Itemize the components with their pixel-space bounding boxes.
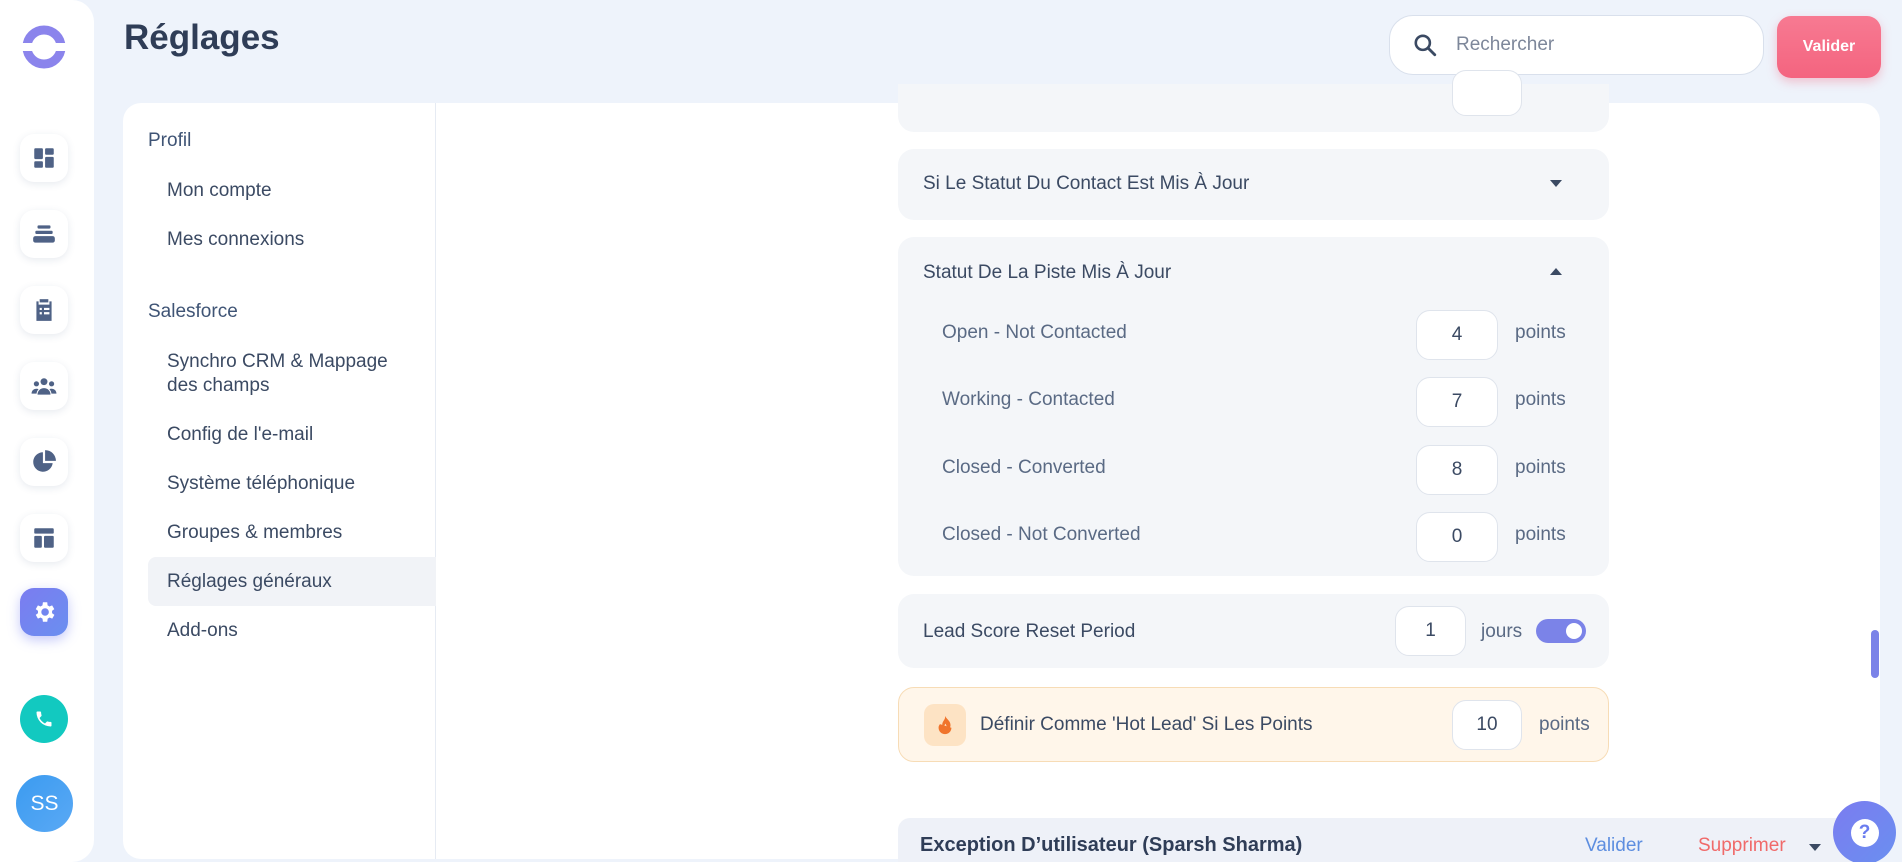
search-input[interactable]: [1456, 34, 1736, 56]
lead-row-points-input[interactable]: [1416, 512, 1498, 562]
chevron-down-icon[interactable]: [1550, 180, 1562, 187]
contact-status-card[interactable]: Si Le Statut Du Contact Est Mis À Jour: [898, 149, 1609, 220]
avatar[interactable]: SS: [16, 775, 73, 832]
lead-row-points-input[interactable]: [1416, 445, 1498, 495]
lead-row-unit: points: [1515, 457, 1566, 478]
nav-item-groupes-membres[interactable]: Groupes & membres: [148, 521, 436, 545]
lead-status-title: Statut De La Piste Mis À Jour: [923, 262, 1172, 283]
user-exception-header: Exception D’utilisateur (Sparsh Sharma) …: [898, 818, 1868, 862]
nav-section-salesforce: Salesforce: [148, 301, 238, 322]
search-icon: [1414, 34, 1437, 57]
settings-nav: Profil Mon compte Mes connexions Salesfo…: [123, 103, 436, 859]
reset-period-unit: jours: [1481, 621, 1523, 642]
previous-card: [898, 70, 1609, 132]
layout-icon[interactable]: [20, 514, 68, 562]
dashboard-icon[interactable]: [20, 134, 68, 182]
exception-title: Exception D’utilisateur (Sparsh Sharma): [920, 834, 1303, 856]
lead-row-points-input[interactable]: [1416, 377, 1498, 427]
hot-lead-label: Définir Comme 'Hot Lead' Si Les Points: [980, 714, 1313, 735]
lead-row-label: Working - Contacted: [942, 389, 1115, 410]
lead-row-label: Closed - Not Converted: [942, 524, 1141, 545]
nav-item-systeme-telephonique[interactable]: Système téléphonique: [148, 472, 436, 496]
lead-row-unit: points: [1515, 524, 1566, 545]
reset-period-toggle[interactable]: [1536, 619, 1586, 643]
lead-row-points-input[interactable]: [1416, 310, 1498, 360]
nav-item-synchro-crm[interactable]: Synchro CRM & Mappage des champs: [148, 350, 418, 398]
scrollbar-thumb[interactable]: [1871, 630, 1879, 678]
reset-period-label: Lead Score Reset Period: [923, 621, 1136, 642]
chevron-up-icon[interactable]: [1550, 268, 1562, 275]
lead-row-unit: points: [1515, 322, 1566, 343]
phone-icon[interactable]: [20, 695, 68, 743]
nav-item-mes-connexions[interactable]: Mes connexions: [148, 228, 436, 252]
clipboard-icon[interactable]: [20, 286, 68, 334]
contact-status-title: Si Le Statut Du Contact Est Mis À Jour: [923, 173, 1250, 194]
pie-chart-icon[interactable]: [20, 438, 68, 486]
search-box[interactable]: [1389, 15, 1764, 75]
chevron-down-icon[interactable]: [1809, 844, 1821, 851]
left-rail: SS: [0, 0, 94, 862]
lead-row-unit: points: [1515, 389, 1566, 410]
nav-item-reglages-generaux[interactable]: Réglages généraux: [148, 557, 436, 606]
previous-points-input[interactable]: [1452, 70, 1522, 116]
nav-item-config-email[interactable]: Config de l'e-mail: [148, 423, 436, 447]
app-logo-icon[interactable]: [21, 24, 67, 70]
nav-section-profil: Profil: [148, 130, 192, 151]
lead-status-card: Statut De La Piste Mis À Jour Open - Not…: [898, 237, 1609, 576]
reset-period-input[interactable]: [1395, 606, 1466, 656]
hot-lead-unit: points: [1539, 714, 1590, 735]
page-title: Réglages: [124, 18, 280, 57]
gear-icon[interactable]: [20, 588, 68, 636]
team-icon[interactable]: [20, 362, 68, 410]
lead-row-label: Closed - Converted: [942, 457, 1106, 478]
nav-item-add-ons[interactable]: Add-ons: [148, 619, 436, 643]
help-icon[interactable]: ?: [1833, 801, 1896, 862]
nav-item-mon-compte[interactable]: Mon compte: [148, 179, 436, 203]
hot-lead-input[interactable]: [1452, 700, 1522, 750]
lead-row-label: Open - Not Contacted: [942, 322, 1127, 343]
stack-icon[interactable]: [20, 210, 68, 258]
hot-lead-card: Définir Comme 'Hot Lead' Si Les Points p…: [898, 687, 1609, 762]
reset-period-card: Lead Score Reset Period jours: [898, 594, 1609, 668]
exception-supprimer-link[interactable]: Supprimer: [1698, 835, 1786, 857]
flame-icon: [924, 704, 966, 746]
exception-valider-link[interactable]: Valider: [1585, 835, 1643, 857]
valider-button[interactable]: Valider: [1777, 16, 1881, 78]
